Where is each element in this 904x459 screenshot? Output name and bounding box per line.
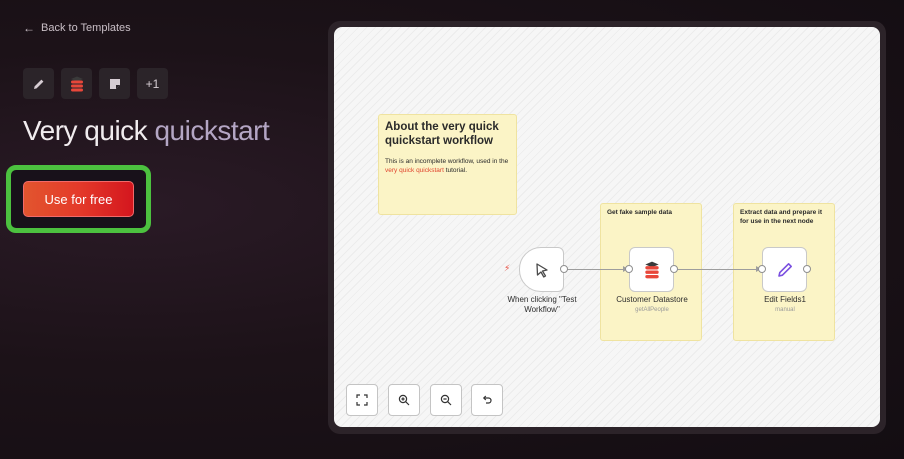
- datastore-output-handle[interactable]: [670, 265, 678, 273]
- connector-datastore-to-edit: [677, 269, 760, 270]
- trigger-node-title: When clicking "Test Workflow": [507, 295, 577, 314]
- page-title: Very quick quickstart: [23, 115, 270, 147]
- about-sticky-note[interactable]: About the very quick quickstart workflow…: [378, 114, 517, 215]
- reset-zoom-button[interactable]: [471, 384, 503, 416]
- edit-node-title: Edit Fields1: [764, 295, 806, 304]
- about-note-body: This is an incomplete workflow, used in …: [385, 158, 509, 174]
- edit-input-handle[interactable]: [758, 265, 766, 273]
- connector-trigger-to-datastore: [567, 269, 627, 270]
- about-note-title: About the very quick quickstart workflow: [385, 121, 499, 147]
- pencil-icon: [777, 262, 792, 277]
- title-accent: quickstart: [154, 115, 270, 146]
- arrow-left-icon: ←: [23, 21, 35, 35]
- datastore-node-subtitle: getAllPeople: [635, 307, 669, 313]
- zoom-in-button[interactable]: [388, 384, 420, 416]
- pencil-icon: [23, 68, 54, 99]
- workflow-canvas[interactable]: About the very quick quickstart workflow…: [334, 27, 880, 427]
- undo-icon: [482, 395, 492, 404]
- trigger-node[interactable]: [519, 247, 564, 292]
- quickstart-tutorial-link[interactable]: very quick quickstart: [385, 167, 444, 174]
- integration-icons: +1: [23, 68, 168, 99]
- zoom-out-icon: [440, 394, 452, 406]
- sticky-note-icon: [99, 68, 130, 99]
- edit-output-handle[interactable]: [803, 265, 811, 273]
- edit-node-subtitle: manual: [775, 307, 795, 313]
- datastore-icon: [644, 261, 659, 278]
- title-main: Very quick: [23, 115, 148, 146]
- lightning-bolt-icon: ⚡: [504, 263, 511, 273]
- edit-fields-node[interactable]: [762, 247, 807, 292]
- zoom-in-icon: [398, 394, 410, 406]
- use-for-free-button[interactable]: Use for free: [23, 181, 134, 217]
- datastore-icon: [61, 68, 92, 99]
- back-to-templates-link[interactable]: ← Back to Templates: [23, 21, 131, 35]
- back-link-label: Back to Templates: [41, 22, 131, 34]
- fit-view-button[interactable]: [346, 384, 378, 416]
- sample-data-label: Get fake sample data: [607, 209, 673, 216]
- datastore-node[interactable]: [629, 247, 674, 292]
- zoom-out-button[interactable]: [430, 384, 462, 416]
- extract-data-label: Extract data and prepare it for use in t…: [740, 209, 822, 225]
- cursor-icon: [535, 262, 548, 278]
- trigger-output-handle[interactable]: [560, 265, 568, 273]
- datastore-input-handle[interactable]: [625, 265, 633, 273]
- datastore-node-title: Customer Datastore: [616, 295, 688, 304]
- fullscreen-icon: [356, 394, 368, 406]
- more-integrations-badge: +1: [137, 68, 168, 99]
